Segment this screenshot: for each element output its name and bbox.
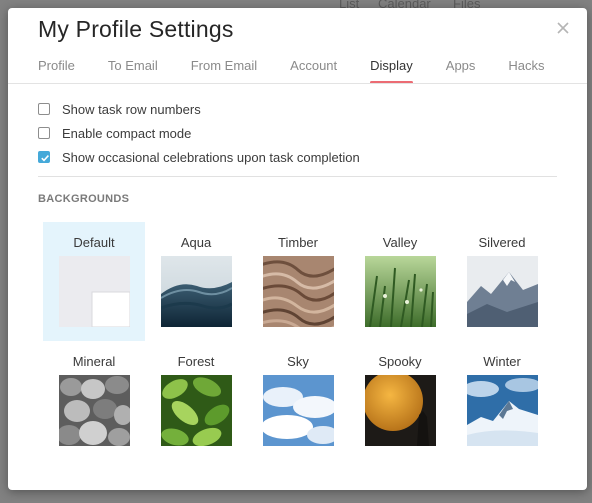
tab-apps[interactable]: Apps xyxy=(446,58,476,84)
checkbox-task-row-numbers[interactable] xyxy=(38,103,50,115)
background-tile-spooky[interactable]: Spooky xyxy=(349,341,451,460)
background-tile-sky[interactable]: Sky xyxy=(247,341,349,460)
background-tile-default[interactable]: Default xyxy=(43,222,145,341)
snowy-peak-image xyxy=(466,375,538,446)
settings-tabs: Profile To Email From Email Account Disp… xyxy=(38,58,587,84)
close-button[interactable] xyxy=(555,20,571,36)
default-layout-icon xyxy=(58,256,130,327)
background-tile-timber[interactable]: Timber xyxy=(247,222,349,341)
tile-label: Valley xyxy=(382,235,418,250)
tile-label: Default xyxy=(73,235,115,250)
tab-display[interactable]: Display xyxy=(370,58,413,84)
tile-label: Forest xyxy=(177,354,215,369)
tab-from-email[interactable]: From Email xyxy=(191,58,257,84)
tabs-divider xyxy=(8,83,587,84)
profile-settings-modal: My Profile Settings Profile To Email Fro… xyxy=(8,8,587,490)
tile-label: Silvered xyxy=(478,235,526,250)
option-compact-mode[interactable]: Enable compact mode xyxy=(38,121,360,145)
checkbox-compact-mode[interactable] xyxy=(38,127,50,139)
leaves-image xyxy=(160,375,232,446)
backgrounds-grid: Default Aqua Timber Valley Silvered Mine… xyxy=(43,222,553,460)
option-label: Show task row numbers xyxy=(62,101,201,117)
section-divider xyxy=(38,176,557,177)
background-tile-silvered[interactable]: Silvered xyxy=(451,222,553,341)
backgrounds-heading: BACKGROUNDS xyxy=(38,193,130,205)
checkbox-celebrations[interactable] xyxy=(38,151,50,163)
tile-label: Sky xyxy=(287,354,309,369)
background-tile-aqua[interactable]: Aqua xyxy=(145,222,247,341)
clouds-image xyxy=(262,375,334,446)
option-task-row-numbers[interactable]: Show task row numbers xyxy=(38,97,360,121)
tile-label: Spooky xyxy=(378,354,422,369)
grass-image xyxy=(364,256,436,327)
wood-grain-image xyxy=(262,256,334,327)
checkmark-icon xyxy=(41,155,49,162)
pebbles-image xyxy=(58,375,130,446)
tab-account[interactable]: Account xyxy=(290,58,337,84)
tile-label: Mineral xyxy=(72,354,116,369)
tab-profile[interactable]: Profile xyxy=(38,58,75,84)
modal-title: My Profile Settings xyxy=(38,16,234,42)
background-tile-mineral[interactable]: Mineral xyxy=(43,341,145,460)
ocean-wave-image xyxy=(160,256,232,327)
option-label: Enable compact mode xyxy=(62,125,192,141)
tile-label: Winter xyxy=(483,354,521,369)
background-tile-forest[interactable]: Forest xyxy=(145,341,247,460)
mountain-image xyxy=(466,256,538,327)
option-label: Show occasional celebrations upon task c… xyxy=(62,149,360,165)
tile-label: Timber xyxy=(278,235,318,250)
moon-image xyxy=(364,375,436,446)
tab-to-email[interactable]: To Email xyxy=(108,58,158,84)
tab-hacks[interactable]: Hacks xyxy=(508,58,544,84)
option-celebrations[interactable]: Show occasional celebrations upon task c… xyxy=(38,145,360,169)
close-icon[interactable] xyxy=(555,20,571,36)
tile-label: Aqua xyxy=(180,235,212,250)
display-options: Show task row numbers Enable compact mod… xyxy=(38,97,360,169)
background-tile-winter[interactable]: Winter xyxy=(451,341,553,460)
background-tile-valley[interactable]: Valley xyxy=(349,222,451,341)
